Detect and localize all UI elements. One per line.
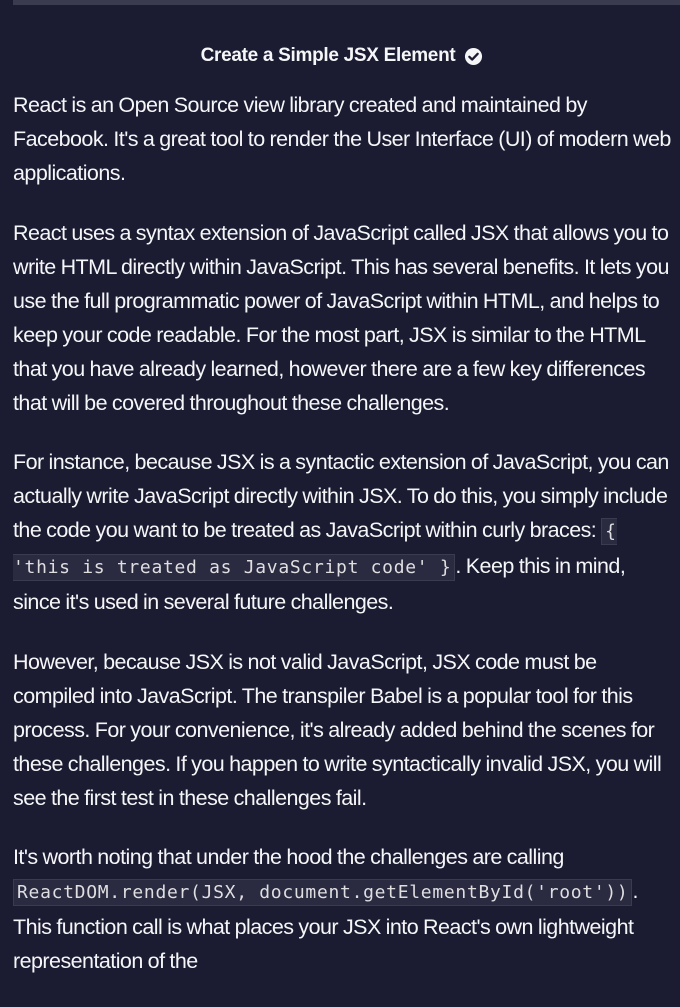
check-circle-icon: [464, 47, 483, 66]
paragraph-3-text-before: For instance, because JSX is a syntactic…: [13, 450, 669, 542]
description-paragraph-3: For instance, because JSX is a syntactic…: [13, 445, 671, 619]
challenge-description: Create a Simple JSX Element React is an …: [13, 38, 671, 1004]
paragraph-5-text-before: It's worth noting that under the hood th…: [13, 845, 564, 869]
challenge-title-row: Create a Simple JSX Element: [13, 38, 671, 74]
challenge-title: Create a Simple JSX Element: [200, 45, 456, 66]
top-divider-bar: [13, 0, 680, 5]
description-paragraph-4: However, because JSX is not valid JavaSc…: [13, 649, 662, 810]
inline-code-reactdom-render: ReactDOM.render(JSX, document.getElement…: [13, 879, 633, 906]
description-paragraph-1: React is an Open Source view library cre…: [13, 93, 671, 185]
description-paragraph-5: It's worth noting that under the hood th…: [13, 840, 671, 978]
description-paragraph-2: React uses a syntax extension of JavaScr…: [13, 220, 670, 415]
